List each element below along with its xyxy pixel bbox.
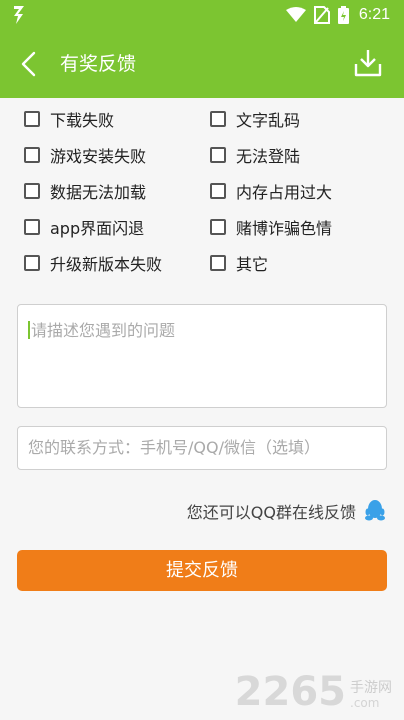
option-label: 无法登陆 (236, 146, 301, 166)
qq-penguin-icon (365, 500, 385, 521)
option-label: 升级新版本失败 (50, 254, 163, 274)
checkbox[interactable] (210, 146, 226, 163)
option-download-failed[interactable]: 下载失败 (24, 108, 210, 130)
option-label: 内存占用过大 (236, 182, 333, 202)
no-sim-icon (313, 6, 330, 24)
wifi-icon (285, 7, 306, 22)
status-bar: 6:21 (0, 0, 404, 30)
watermark-en: .com (350, 696, 380, 710)
checkbox[interactable] (210, 218, 226, 235)
option-data-load-failed[interactable]: 数据无法加载 (24, 180, 210, 202)
contact-placeholder: 您的联系方式：手机号/QQ/微信（选填） (28, 438, 320, 457)
download-icon[interactable] (354, 48, 382, 78)
option-app-crash[interactable]: app界面闪退 (24, 216, 210, 238)
checkbox[interactable] (24, 182, 40, 199)
option-label: 游戏安装失败 (50, 146, 147, 166)
battery-icon (337, 6, 349, 24)
checkbox[interactable] (210, 182, 226, 199)
option-label: 文字乱码 (236, 110, 301, 130)
app-bar: 有奖反馈 (0, 30, 404, 98)
option-fraud-content[interactable]: 赌博诈骗色情 (210, 216, 384, 238)
option-label: 下载失败 (50, 110, 115, 130)
checkbox[interactable] (24, 254, 40, 271)
option-other[interactable]: 其它 (210, 252, 384, 274)
page-title: 有奖反馈 (60, 53, 137, 75)
checkbox[interactable] (210, 254, 226, 271)
option-install-failed[interactable]: 游戏安装失败 (24, 144, 210, 166)
description-placeholder: 请描述您遇到的问题 (31, 321, 176, 340)
system-icons: 6:21 (285, 4, 390, 26)
checkbox[interactable] (24, 110, 40, 127)
option-label: app界面闪退 (50, 218, 145, 238)
text-cursor (28, 321, 30, 339)
problem-description-field[interactable]: 请描述您遇到的问题 (17, 304, 387, 408)
checkbox[interactable] (210, 110, 226, 127)
checkbox[interactable] (24, 218, 40, 235)
lightning-app-icon (14, 6, 24, 24)
option-label: 赌博诈骗色情 (236, 218, 333, 238)
submit-feedback-button[interactable]: 提交反馈 (17, 550, 387, 591)
option-label: 数据无法加载 (50, 182, 147, 202)
option-high-memory[interactable]: 内存占用过大 (210, 180, 384, 202)
status-time: 6:21 (358, 6, 390, 23)
qq-feedback-link[interactable]: 您还可以QQ群在线反馈 (187, 498, 386, 524)
problem-options: 下载失败 文字乱码 游戏安装失败 无法登陆 数据无法加载 内存占用过大 app界… (24, 108, 384, 274)
checkbox[interactable] (24, 146, 40, 163)
watermark-cn: 手游网 (350, 680, 392, 696)
option-label: 其它 (236, 254, 269, 274)
option-garbled-text[interactable]: 文字乱码 (210, 108, 384, 130)
contact-field[interactable]: 您的联系方式：手机号/QQ/微信（选填） (17, 426, 387, 470)
option-cannot-login[interactable]: 无法登陆 (210, 144, 384, 166)
watermark-logo: 2265 手游网 .com (235, 668, 392, 712)
option-update-failed[interactable]: 升级新版本失败 (24, 252, 210, 274)
back-arrow-icon[interactable] (18, 50, 42, 78)
qq-feedback-text: 您还可以QQ群在线反馈 (186, 503, 356, 522)
watermark-number: 2265 (234, 669, 346, 715)
